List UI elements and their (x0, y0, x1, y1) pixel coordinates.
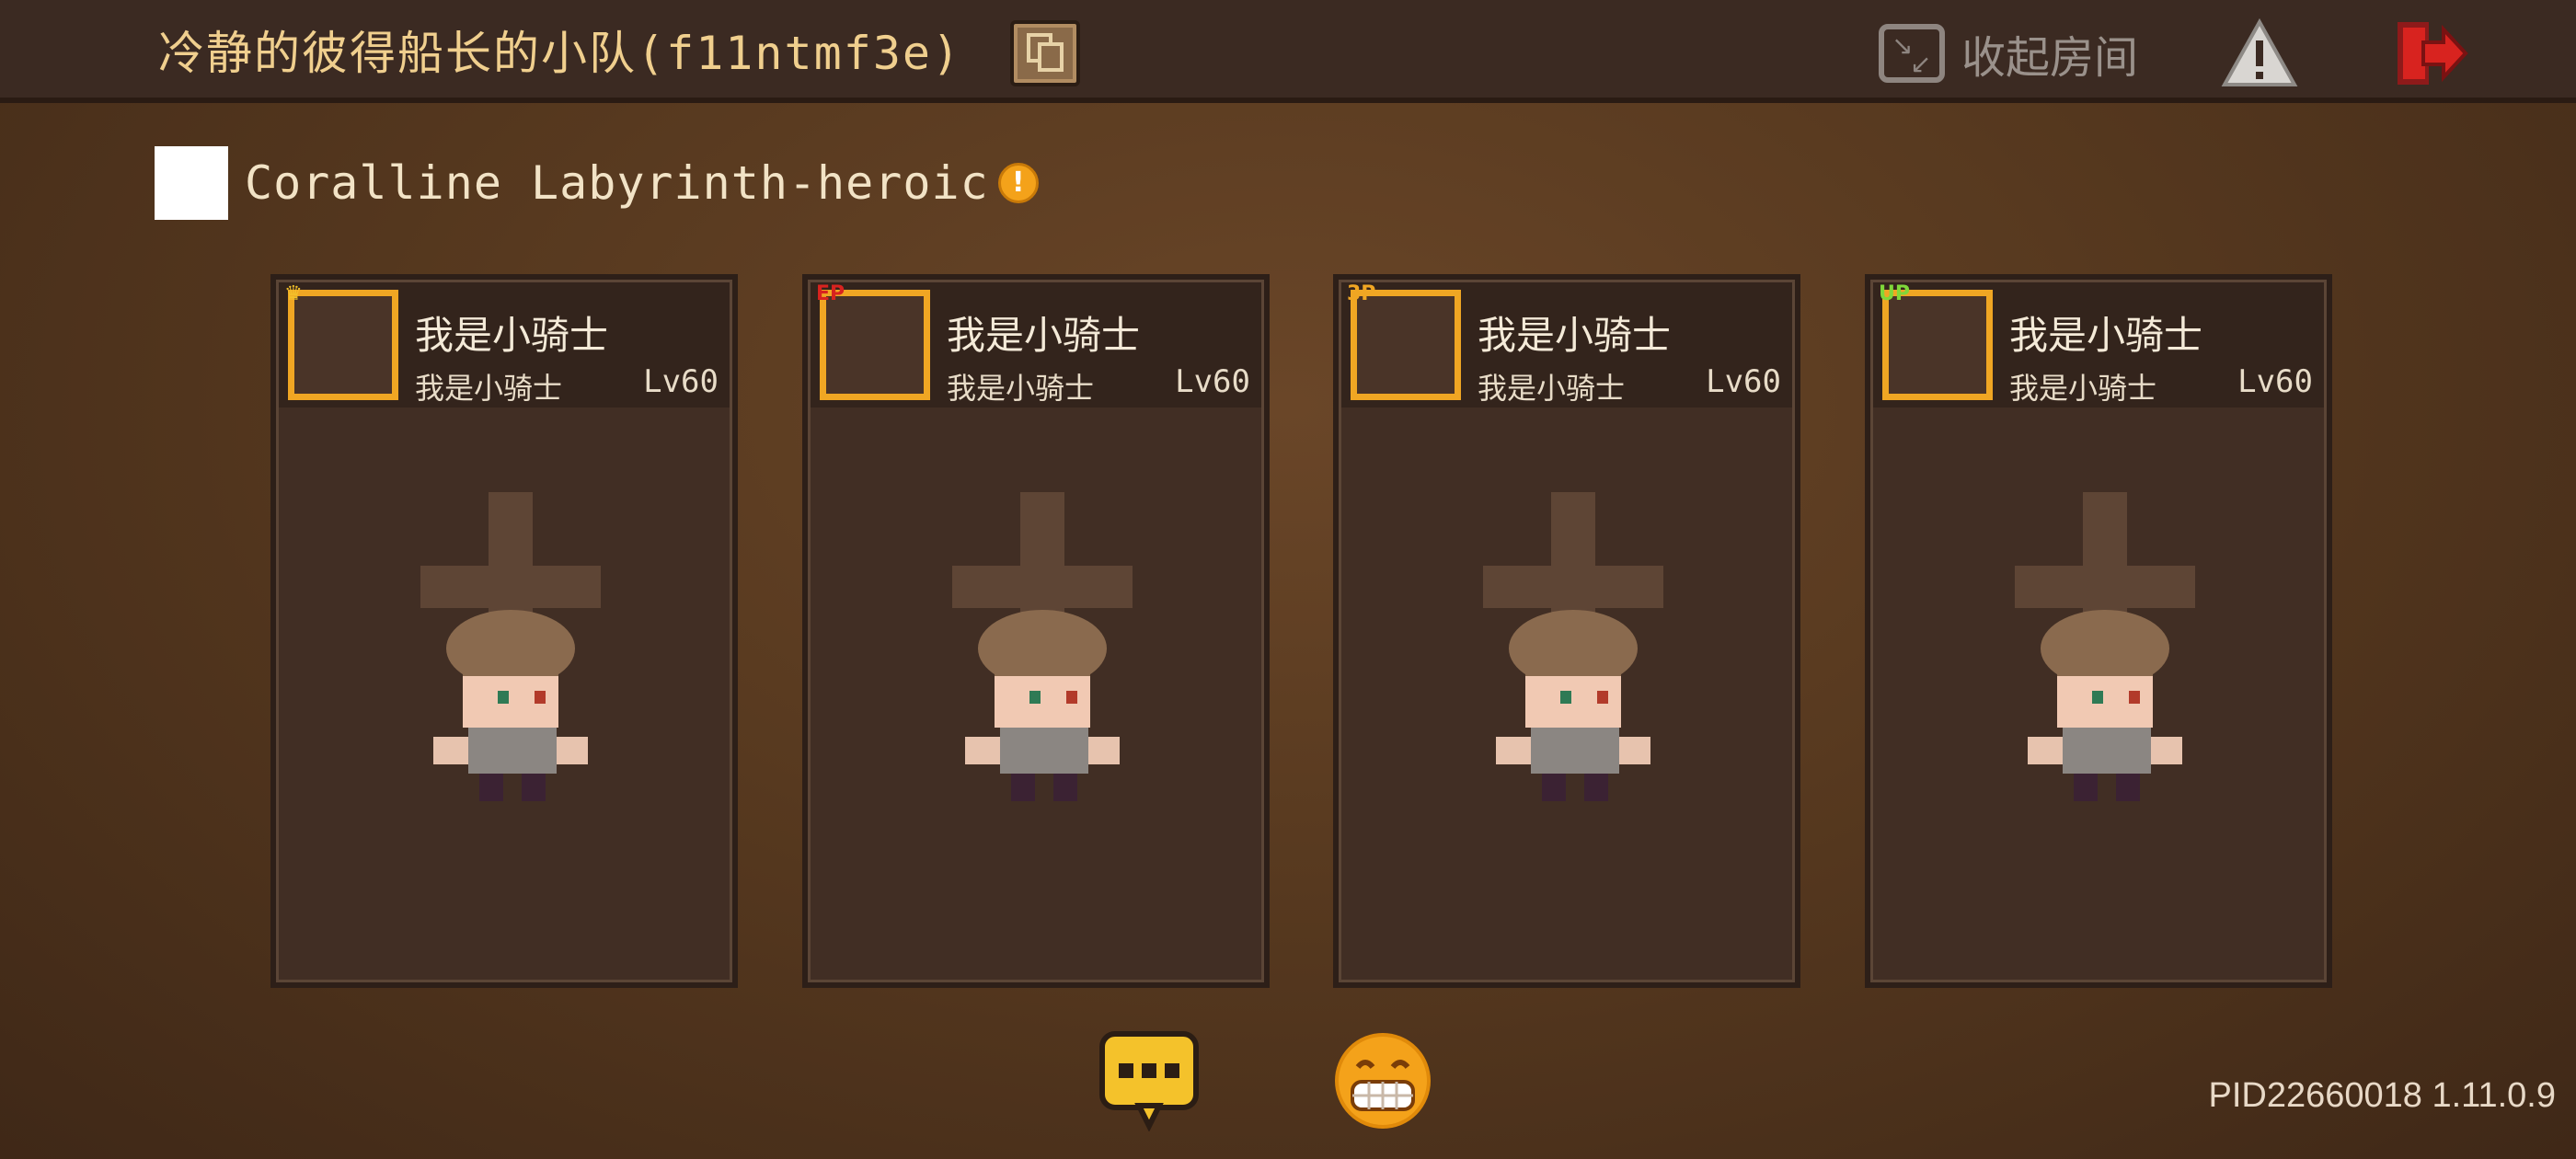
dungeon-info: Coralline Labyrinth-heroic ! (155, 145, 1039, 221)
grin-emoji-icon (1335, 1033, 1431, 1129)
role-badge-icon: 3P (1347, 282, 1376, 305)
player-card-2[interactable]: EP 我是小骑士 我是小骑士 Lv60 (802, 274, 1270, 988)
dungeon-icon (155, 146, 228, 220)
knight-character-icon (965, 610, 1120, 801)
chat-button[interactable] (1097, 1028, 1202, 1132)
player-level: Lv60 (643, 363, 719, 400)
report-button[interactable] (2221, 17, 2298, 88)
knight-character-icon (2028, 610, 2182, 801)
player-name: 我是小骑士 (2009, 313, 2203, 358)
leader-crown-icon: ♛ (284, 282, 303, 305)
player-portrait (288, 290, 398, 400)
role-badge-icon: EP (816, 282, 845, 305)
team-title: 冷静的彼得船长的小队(f11ntmf3e) (158, 27, 962, 80)
warning-icon (2221, 17, 2298, 86)
player-name: 我是小骑士 (947, 313, 1141, 358)
exit-icon (2398, 22, 2468, 85)
player-name: 我是小骑士 (415, 313, 609, 358)
player-portrait (1882, 290, 1993, 400)
player-subtitle: 我是小骑士 (415, 371, 563, 406)
player-portrait (1351, 290, 1461, 400)
player-name: 我是小骑士 (1478, 313, 1672, 358)
player-level: Lv60 (1175, 363, 1250, 400)
role-badge-icon: UP (1879, 282, 1910, 305)
player-card-4[interactable]: UP 我是小骑士 我是小骑士 Lv60 (1865, 274, 2332, 988)
emoji-button[interactable] (1332, 1030, 1433, 1131)
top-bar: 冷静的彼得船长的小队(f11ntmf3e) ↘ ↙ 收起房间 (0, 0, 2576, 103)
knight-character-icon (1496, 610, 1650, 801)
dungeon-name: Coralline Labyrinth-heroic (245, 156, 989, 210)
dungeon-alert-icon[interactable]: ! (997, 163, 1039, 203)
player-portrait (820, 290, 930, 400)
player-card-1[interactable]: ♛ 我是小骑士 我是小骑士 Lv60 (270, 274, 738, 988)
player-level: Lv60 (1706, 363, 1781, 400)
collapse-room-button[interactable]: ↘ ↙ 收起房间 (1879, 22, 2138, 85)
version-label: PID22660018 1.11.0.9 (2208, 1076, 2557, 1115)
knight-character-icon (433, 610, 588, 801)
collapse-room-label: 收起房间 (1961, 32, 2139, 84)
chat-bubble-icon (1099, 1031, 1199, 1132)
player-subtitle: 我是小骑士 (947, 371, 1095, 406)
collapse-icon: ↘ ↙ (1879, 24, 1945, 83)
player-subtitle: 我是小骑士 (2009, 371, 2157, 406)
player-card-3[interactable]: 3P 我是小骑士 我是小骑士 Lv60 (1333, 274, 1800, 988)
exit-room-button[interactable] (2392, 17, 2469, 90)
copy-team-id-button[interactable] (1010, 20, 1080, 86)
player-subtitle: 我是小骑士 (1478, 371, 1626, 406)
player-level: Lv60 (2237, 363, 2313, 400)
